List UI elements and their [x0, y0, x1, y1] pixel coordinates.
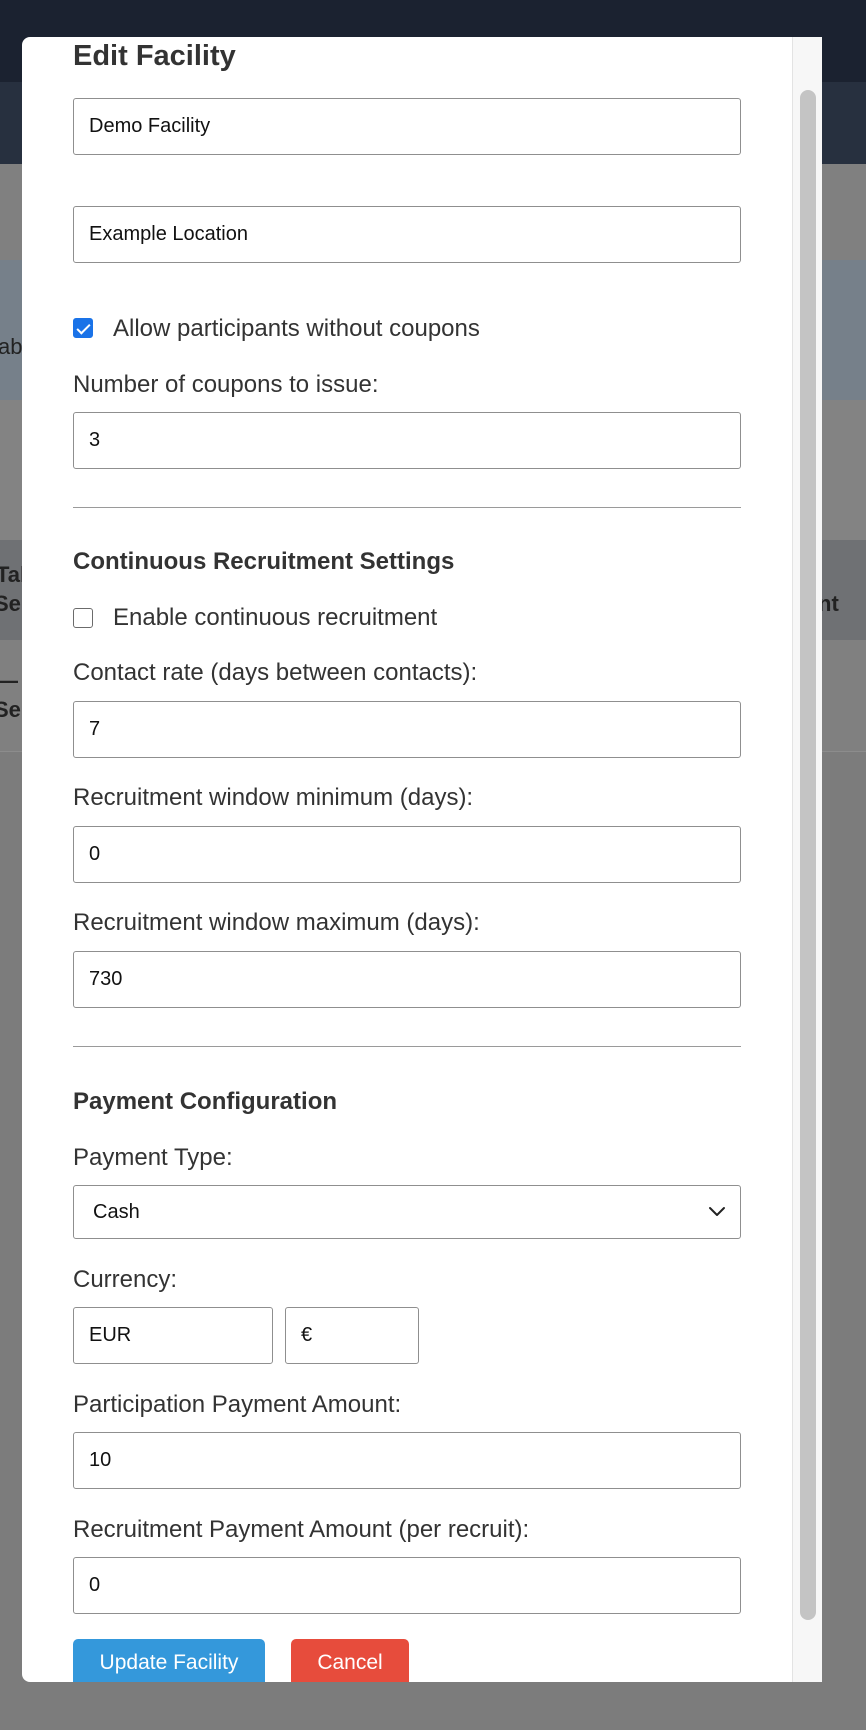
participation-payment-label: Participation Payment Amount:: [73, 1391, 402, 1418]
payment-type-value: Cash: [93, 1201, 140, 1223]
modal-scrollbar-thumb[interactable]: [800, 90, 816, 1620]
section-divider: [73, 507, 741, 508]
coupons-input[interactable]: 3: [73, 412, 741, 469]
facility-location-input[interactable]: Example Location: [73, 206, 741, 263]
currency-label: Currency:: [73, 1266, 178, 1293]
payment-configuration-heading: Payment Configuration: [73, 1088, 338, 1115]
modal-title: Edit Facility: [73, 40, 236, 72]
window-min-label: Recruitment window minimum (days):: [73, 784, 474, 811]
coupons-label: Number of coupons to issue:: [73, 371, 379, 398]
facility-name-input[interactable]: Demo Facility: [73, 98, 741, 155]
allow-no-coupons-label: Allow participants without coupons: [113, 315, 480, 342]
background-text-fragment: Se: [0, 591, 21, 616]
continuous-recruitment-heading: Continuous Recruitment Settings: [73, 548, 455, 575]
currency-symbol-input[interactable]: €: [285, 1307, 419, 1364]
edit-facility-modal: Edit Facility Demo Facility Example Loca…: [22, 37, 822, 1682]
recruitment-payment-input[interactable]: 0: [73, 1557, 741, 1614]
section-divider: [73, 1046, 741, 1047]
window-max-input[interactable]: 730: [73, 951, 741, 1008]
recruitment-payment-label: Recruitment Payment Amount (per recruit)…: [73, 1516, 530, 1543]
update-facility-button[interactable]: Update Facility: [73, 1639, 265, 1682]
window-max-label: Recruitment window maximum (days):: [73, 909, 480, 936]
payment-type-select[interactable]: Cash: [73, 1185, 741, 1239]
cancel-button[interactable]: Cancel: [291, 1639, 409, 1682]
background-text-fragment: Se: [0, 697, 21, 722]
enable-continuous-label: Enable continuous recruitment: [113, 604, 438, 631]
allow-no-coupons-checkbox[interactable]: [73, 318, 93, 338]
background-text-fragment: ab: [0, 334, 23, 359]
payment-type-label: Payment Type:: [73, 1144, 233, 1171]
enable-continuous-checkbox[interactable]: [73, 608, 93, 628]
window-min-input[interactable]: 0: [73, 826, 741, 883]
contact-rate-label: Contact rate (days between contacts):: [73, 659, 478, 686]
participation-payment-input[interactable]: 10: [73, 1432, 741, 1489]
chevron-down-icon: [709, 1207, 725, 1216]
contact-rate-input[interactable]: 7: [73, 701, 741, 758]
currency-code-input[interactable]: EUR: [73, 1307, 273, 1364]
